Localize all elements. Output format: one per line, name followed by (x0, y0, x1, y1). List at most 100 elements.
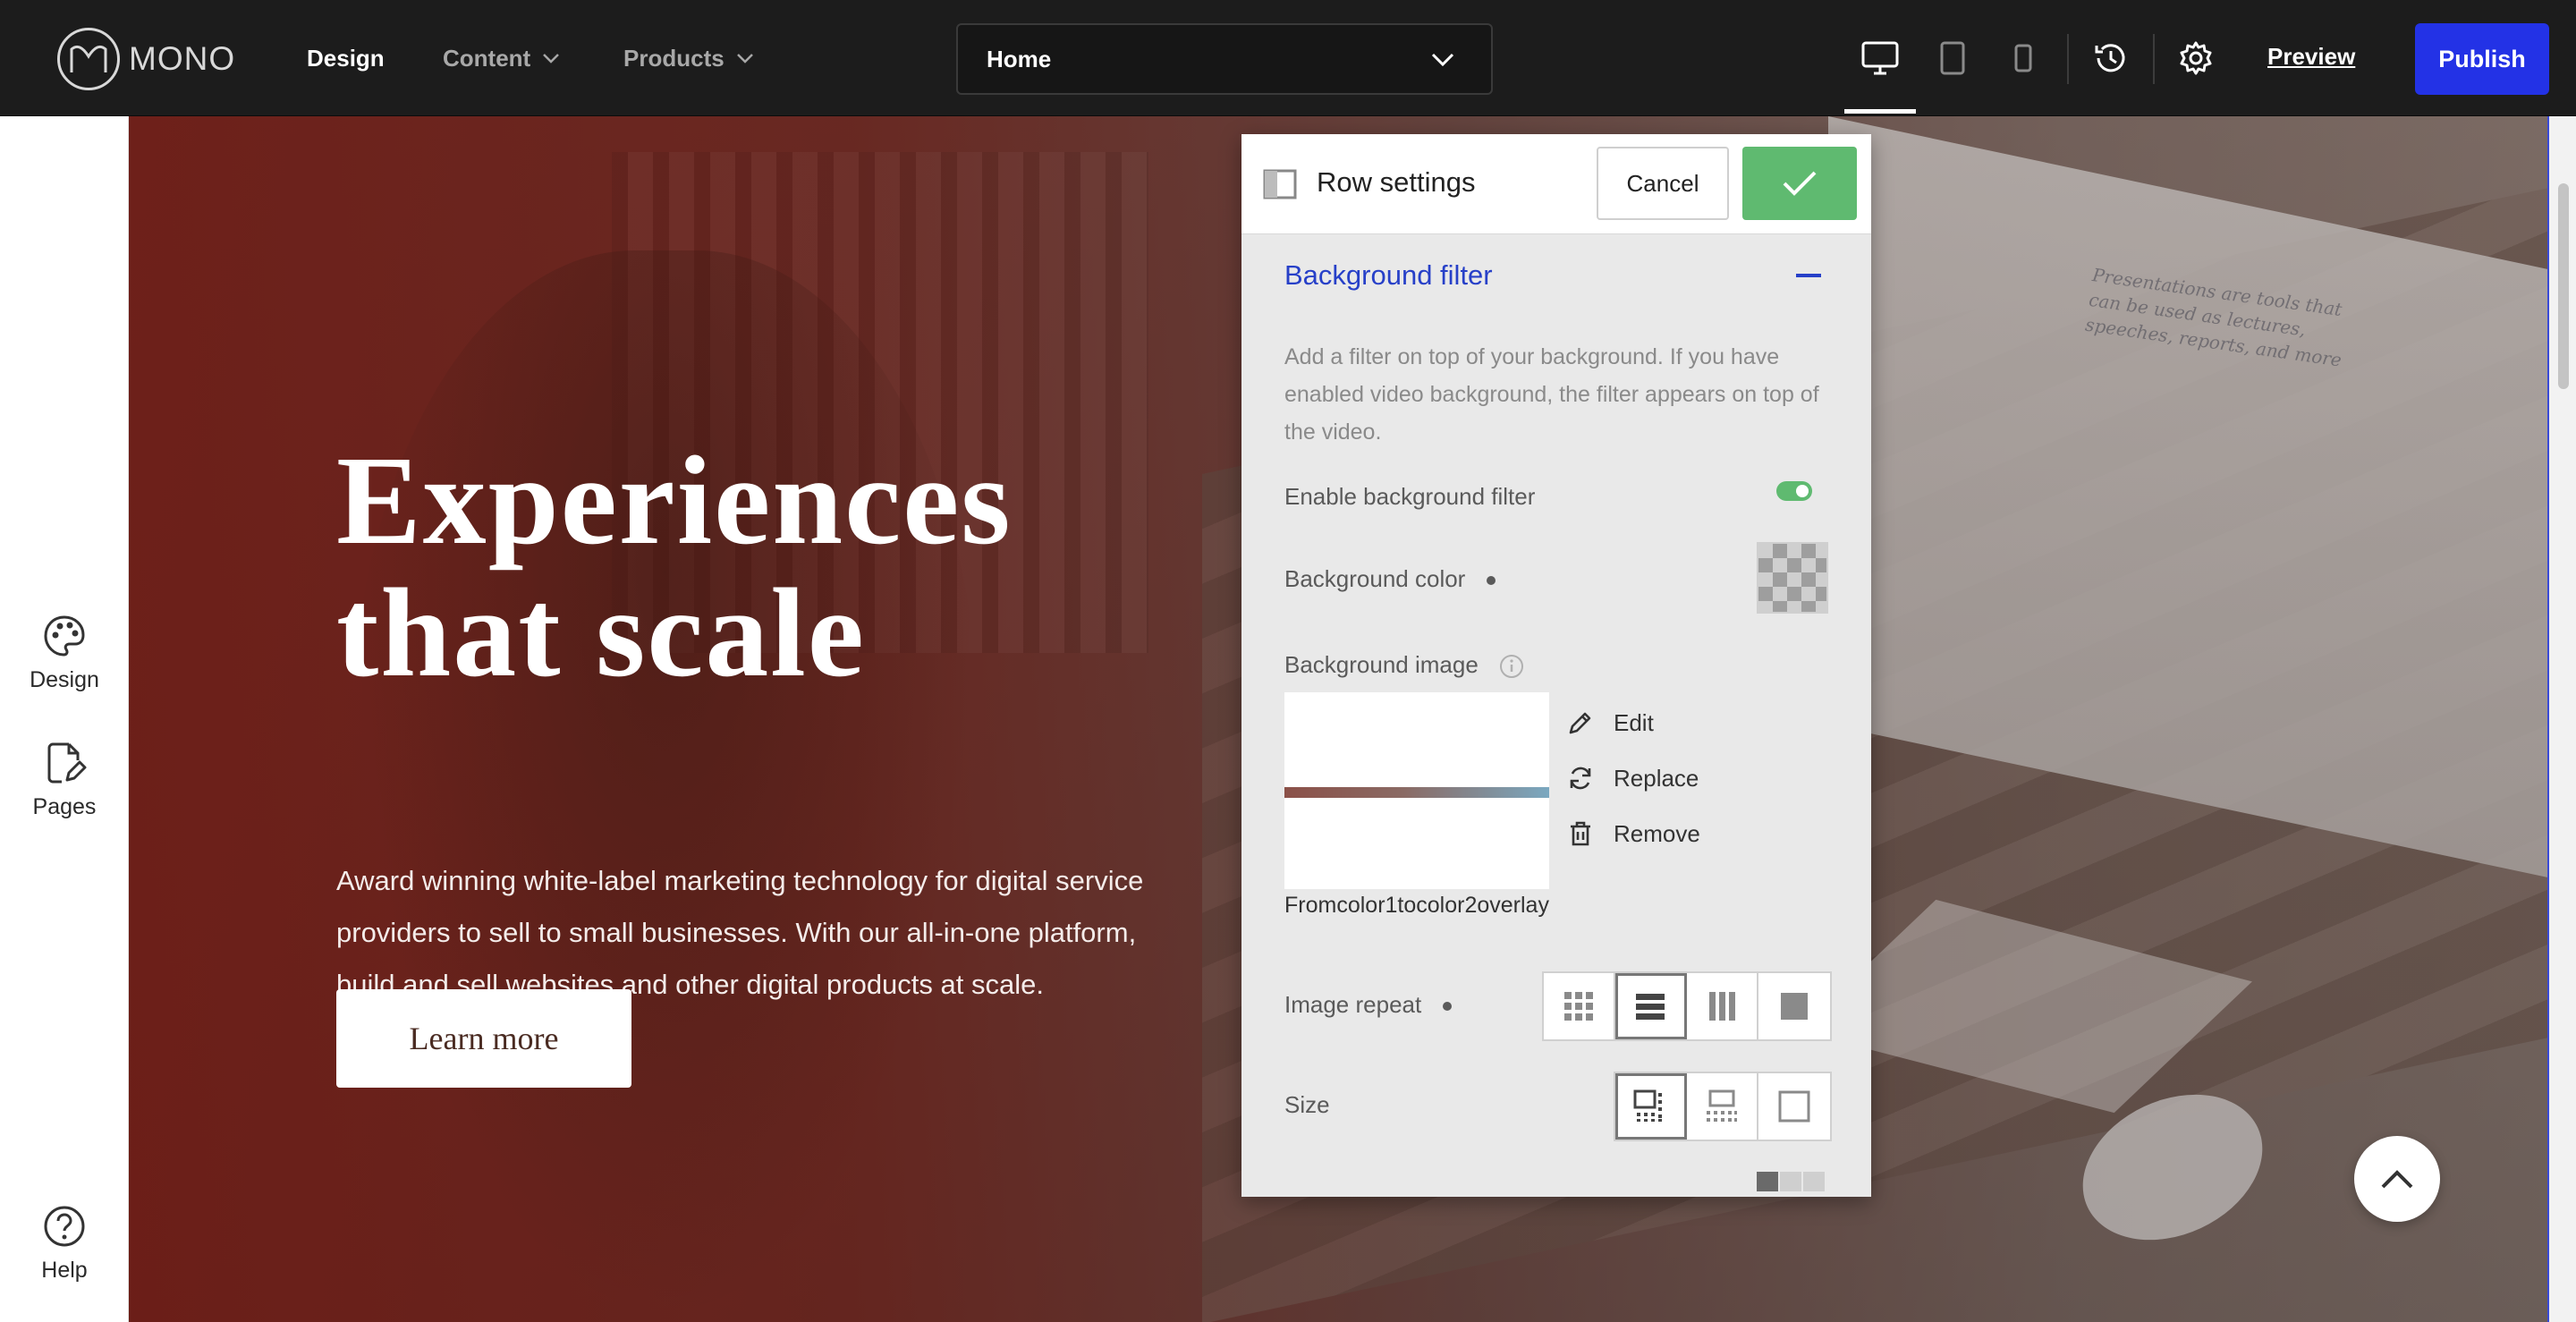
confirm-button[interactable] (1742, 147, 1857, 220)
background-image-caption: Fromcolor1tocolor2overlay (1284, 893, 1549, 918)
info-icon[interactable] (1499, 654, 1524, 679)
background-image-thumbnail[interactable] (1284, 692, 1549, 889)
left-rail: Design Pages Help (0, 116, 129, 1322)
chevron-down-icon (1431, 53, 1454, 67)
image-repeat-selector (1542, 971, 1832, 1041)
gear-icon[interactable] (2174, 36, 2218, 81)
row-settings-panel: Row settings Cancel Background filter Ad… (1241, 134, 1871, 1197)
hero-title[interactable]: Experiences that scale (336, 434, 1141, 699)
enable-filter-label: Enable background filter (1284, 483, 1536, 510)
rail-pages-label: Pages (32, 794, 97, 819)
edit-image-label: Edit (1614, 708, 1654, 736)
chevron-down-icon (736, 54, 753, 64)
logo-mark-icon (57, 28, 120, 90)
panel-title: Row settings (1317, 166, 1476, 198)
size-auto-option[interactable] (1615, 1073, 1687, 1140)
no-repeat-icon (1781, 993, 1808, 1020)
size-auto-icon (1633, 1089, 1662, 1122)
toolbar-divider (2067, 34, 2069, 84)
section-background-filter[interactable]: Background filter (1284, 259, 1493, 292)
publish-button[interactable]: Publish (2415, 23, 2549, 95)
rail-help[interactable]: Help (0, 1204, 129, 1284)
pencil-icon (1569, 712, 1591, 734)
top-bar: MONO Design Content Products Home Previe… (0, 0, 2576, 116)
enable-filter-toggle[interactable] (1776, 481, 1812, 501)
layout-split-icon (1263, 169, 1297, 199)
nav-content[interactable]: Content (443, 38, 561, 78)
position-cell[interactable] (1780, 1172, 1801, 1191)
position-cell[interactable] (1757, 1172, 1778, 1191)
mono-logo[interactable]: MONO (57, 28, 235, 90)
replace-icon (1570, 767, 1591, 790)
nav-design-label: Design (307, 45, 385, 72)
background-image-row: Background image (1284, 651, 1524, 679)
minus-icon[interactable] (1796, 274, 1821, 277)
replace-image-button[interactable]: Replace (1567, 760, 1699, 796)
remove-image-button[interactable]: Remove (1567, 816, 1700, 852)
repeat-vertical-icon (1709, 992, 1735, 1021)
background-color-label: Background color (1284, 565, 1466, 592)
active-device-indicator (1844, 109, 1916, 114)
rail-design-label: Design (30, 667, 99, 692)
desktop-icon[interactable] (1858, 36, 1902, 81)
repeat-horizontal-option[interactable] (1615, 973, 1687, 1039)
help-icon (44, 1206, 85, 1247)
setting-indicator-dot (1443, 1002, 1453, 1012)
check-icon (1783, 171, 1817, 196)
no-repeat-option[interactable] (1758, 973, 1830, 1039)
background-color-swatch[interactable] (1757, 542, 1828, 614)
size-label: Size (1284, 1091, 1330, 1118)
toolbar-divider (2153, 34, 2155, 84)
image-repeat-row: Image repeat (1284, 991, 1453, 1019)
nav-design[interactable]: Design (307, 38, 385, 78)
repeat-grid-icon (1564, 992, 1593, 1021)
size-cover-icon (1707, 1089, 1737, 1122)
history-icon[interactable] (2089, 36, 2133, 81)
background-color-row: Background color (1284, 565, 1496, 593)
image-repeat-label: Image repeat (1284, 991, 1422, 1018)
repeat-grid-option[interactable] (1544, 973, 1615, 1039)
background-image-label: Background image (1284, 651, 1479, 678)
logo-text: MONO (129, 40, 236, 77)
trash-icon (1571, 821, 1590, 846)
mobile-icon[interactable] (2001, 36, 2046, 81)
chevron-up-icon (2381, 1170, 2413, 1189)
scroll-to-top-button[interactable] (2354, 1136, 2440, 1222)
hero-background-person (352, 250, 979, 1322)
rail-pages[interactable]: Pages (0, 741, 129, 820)
position-cell[interactable] (1803, 1172, 1825, 1191)
cancel-button[interactable]: Cancel (1597, 147, 1729, 220)
hero-title-line-2: that scale (336, 562, 866, 703)
hero-title-line-1: Experiences (336, 429, 1013, 571)
page-scrollbar[interactable] (2547, 116, 2576, 1322)
size-contain-option[interactable] (1758, 1073, 1830, 1140)
page-select-value: Home (987, 45, 1052, 72)
remove-image-label: Remove (1614, 819, 1700, 847)
position-selector-preview[interactable] (1757, 1172, 1825, 1191)
size-contain-icon (1778, 1090, 1810, 1123)
repeat-horizontal-icon (1636, 994, 1665, 1020)
panel-scrollbar[interactable] (1854, 234, 1871, 1197)
page-scrollbar-thumb[interactable] (2558, 183, 2569, 389)
size-selector (1614, 1072, 1832, 1141)
palette-icon (44, 615, 85, 657)
rail-design[interactable]: Design (0, 614, 129, 693)
nav-content-label: Content (443, 45, 531, 72)
repeat-vertical-option[interactable] (1687, 973, 1758, 1039)
learn-more-button[interactable]: Learn more (336, 989, 631, 1088)
chevron-down-icon (543, 54, 560, 64)
background-filter-description: Add a filter on top of your background. … (1284, 344, 1819, 445)
panel-header: Row settings Cancel (1241, 134, 1871, 234)
tablet-icon[interactable] (1930, 36, 1975, 81)
rail-help-label: Help (41, 1258, 88, 1283)
replace-image-label: Replace (1614, 764, 1699, 792)
hero-subtitle[interactable]: Award winning white-label marketing tech… (336, 855, 1150, 1011)
edit-image-button[interactable]: Edit (1567, 705, 1654, 741)
size-cover-option[interactable] (1687, 1073, 1758, 1140)
setting-indicator-dot (1487, 576, 1496, 586)
page-select[interactable]: Home (956, 23, 1493, 95)
pages-edit-icon (47, 742, 87, 784)
preview-link[interactable]: Preview (2267, 43, 2355, 71)
nav-products[interactable]: Products (623, 38, 755, 78)
gradient-overlay-preview (1284, 787, 1549, 798)
